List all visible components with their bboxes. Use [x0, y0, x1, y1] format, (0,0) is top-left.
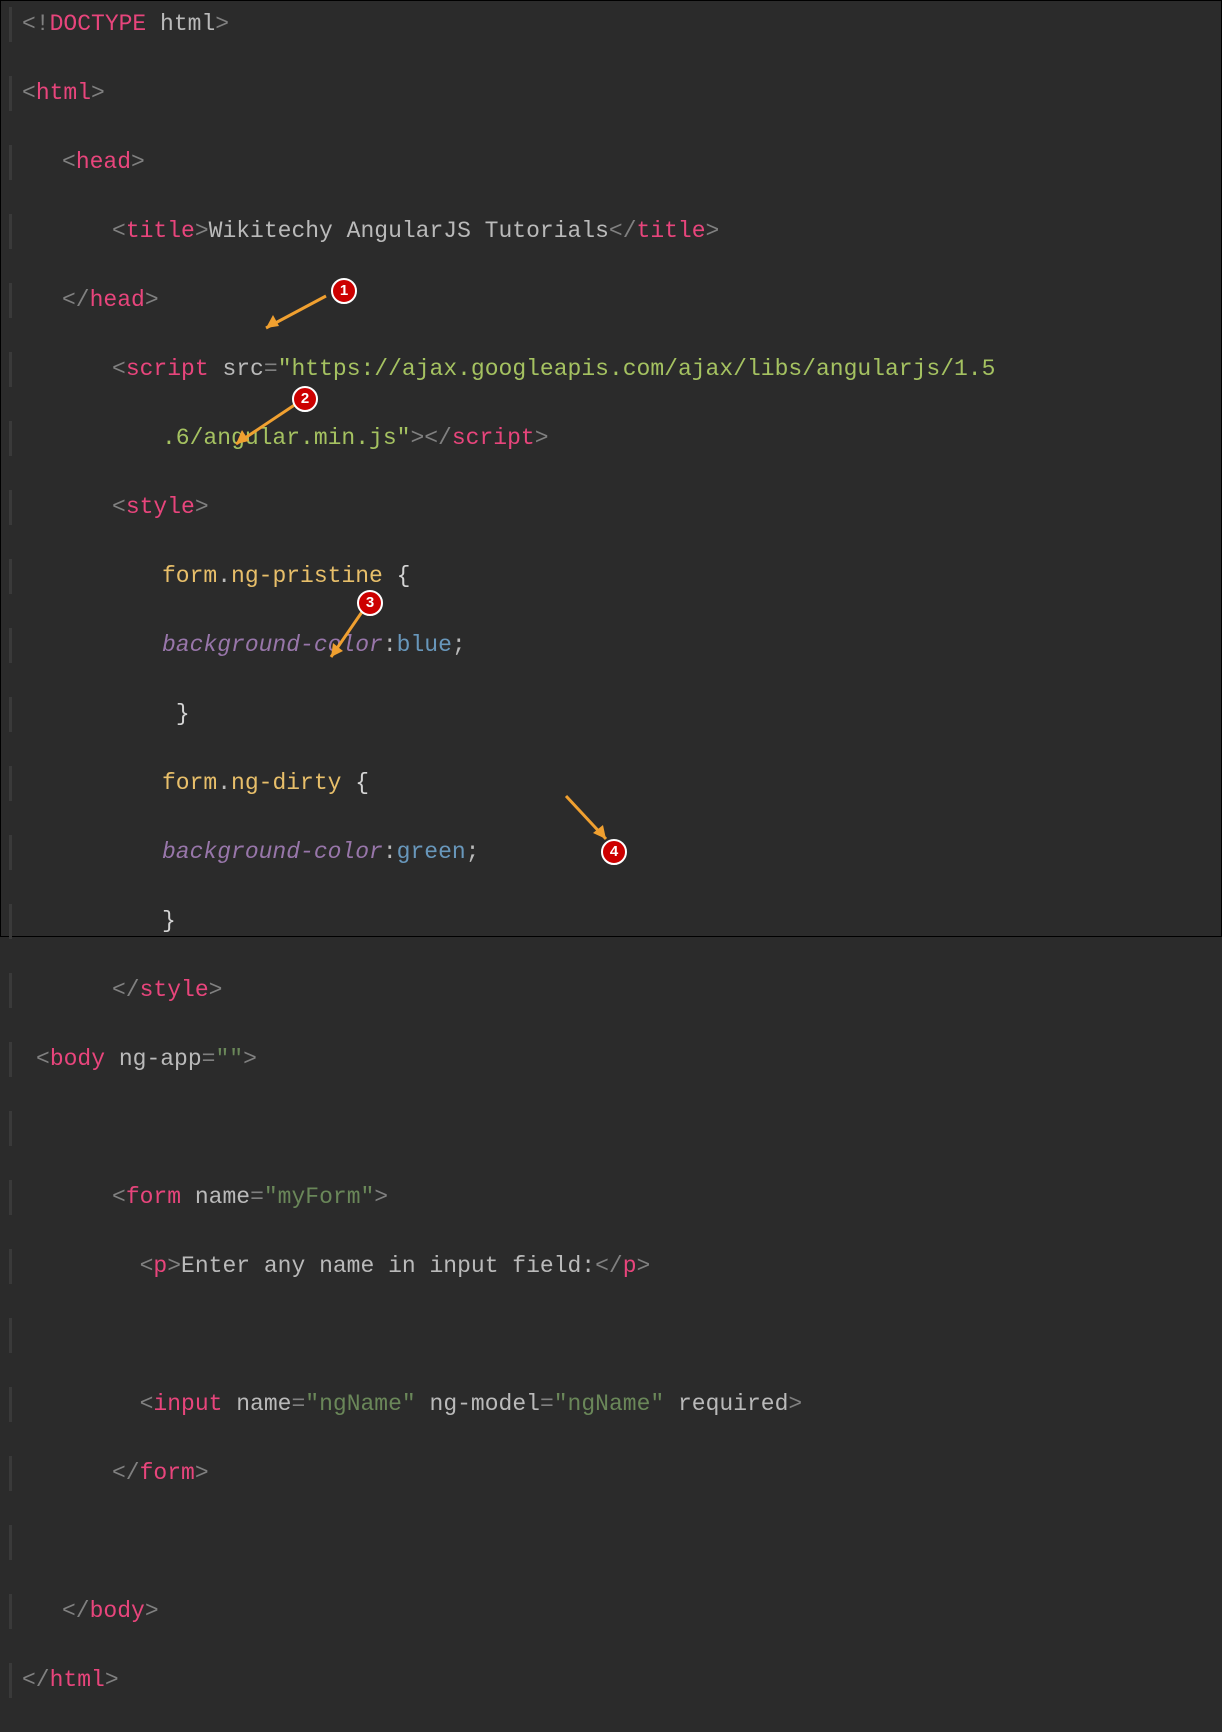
html-close: html [50, 1667, 105, 1693]
src-attr: src [222, 356, 263, 382]
css-form-2: form [162, 770, 217, 796]
angle-open: <! [22, 11, 50, 37]
css-pristine: ng-pristine [231, 563, 383, 589]
badge-2: 2 [292, 386, 318, 412]
style-close: style [140, 977, 209, 1003]
arrow-1 [251, 286, 341, 336]
style-open: style [126, 494, 195, 520]
badge-1: 1 [331, 278, 357, 304]
css-dirty: ng-dirty [231, 770, 341, 796]
required-attr: required [678, 1391, 788, 1417]
src-val-a: "https://ajax.googleapis.com/ajax/libs/a… [278, 356, 996, 382]
body-open: body [50, 1046, 105, 1072]
body-close: body [90, 1598, 145, 1624]
css-form-1: form [162, 563, 217, 589]
css-blue: blue [397, 632, 452, 658]
title-text: Wikitechy AngularJS Tutorials [209, 218, 609, 244]
form-open: form [126, 1184, 181, 1210]
p-text: Enter any name in input field: [181, 1253, 595, 1279]
css-green: green [397, 839, 466, 865]
title-open: title [126, 218, 195, 244]
p-open: p [153, 1253, 167, 1279]
css-bg-2: background-color [162, 839, 383, 865]
ngapp-attr: ng-app [119, 1046, 202, 1072]
badge-4: 4 [601, 839, 627, 865]
ngmodel-attr: ng-model [430, 1391, 540, 1417]
ngapp-val: "" [215, 1046, 243, 1072]
myform-val: "myForm" [264, 1184, 374, 1210]
form-close: form [140, 1460, 195, 1486]
head-close: head [90, 287, 145, 313]
input-tag: input [153, 1391, 222, 1417]
doctype-kw: DOCTYPE [50, 11, 147, 37]
script-open: script [126, 356, 209, 382]
code-block[interactable]: <!DOCTYPE html> <html> <head> <title>Wik… [9, 7, 1213, 1732]
html-open: html [36, 80, 91, 106]
doctype-rest: html [146, 11, 215, 37]
head-open: head [76, 149, 131, 175]
badge-3: 3 [357, 590, 383, 616]
